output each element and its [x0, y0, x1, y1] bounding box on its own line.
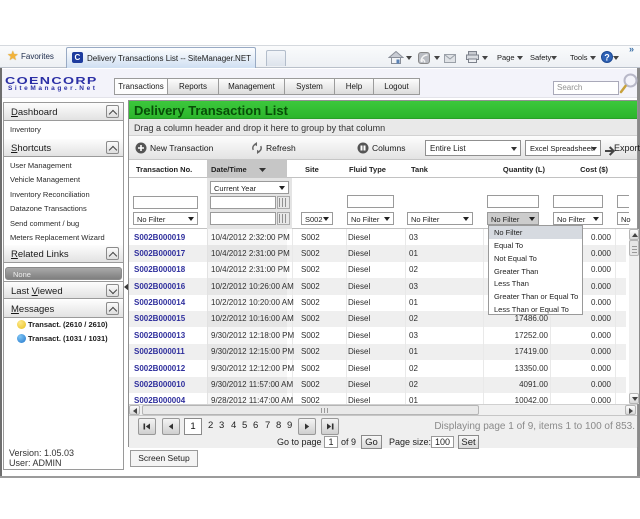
svg-text:?: ? [604, 53, 610, 63]
